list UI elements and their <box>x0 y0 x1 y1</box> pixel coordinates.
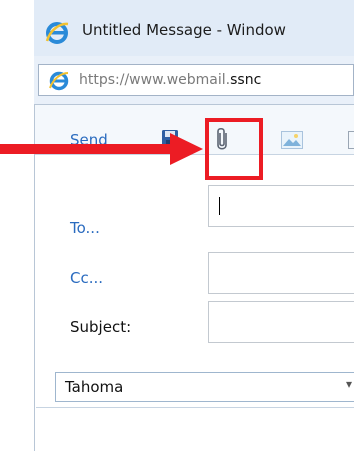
window-title: Untitled Message - Window <box>82 21 286 39</box>
cc-label[interactable]: Cc... <box>70 269 103 287</box>
cc-field[interactable] <box>208 252 354 294</box>
table-icon[interactable] <box>348 131 354 153</box>
text-caret <box>219 197 220 215</box>
address-bar[interactable]: https://www.webmail.ssnc <box>38 64 354 96</box>
font-name: Tahoma <box>65 378 124 396</box>
address-url[interactable]: https://www.webmail.ssnc <box>79 72 261 88</box>
pointer-arrow-shaft <box>0 144 172 154</box>
title-bar: Untitled Message - Window <box>34 0 354 56</box>
to-label[interactable]: To... <box>70 219 100 237</box>
subject-label: Subject: <box>70 318 132 336</box>
attach-highlight-box <box>205 118 263 180</box>
editor-divider <box>36 407 354 408</box>
browser-logo-icon <box>44 20 70 50</box>
url-prefix: https://www.webmail. <box>79 72 231 88</box>
font-select[interactable]: Tahoma ▾ <box>55 372 354 402</box>
subject-field[interactable] <box>208 301 354 343</box>
image-icon[interactable] <box>281 131 303 153</box>
url-domain: ssnc <box>230 72 262 88</box>
chevron-down-icon[interactable]: ▾ <box>346 377 352 391</box>
pointer-arrow-head <box>170 133 203 165</box>
to-field[interactable] <box>208 185 354 227</box>
browser-page-icon <box>48 70 70 96</box>
